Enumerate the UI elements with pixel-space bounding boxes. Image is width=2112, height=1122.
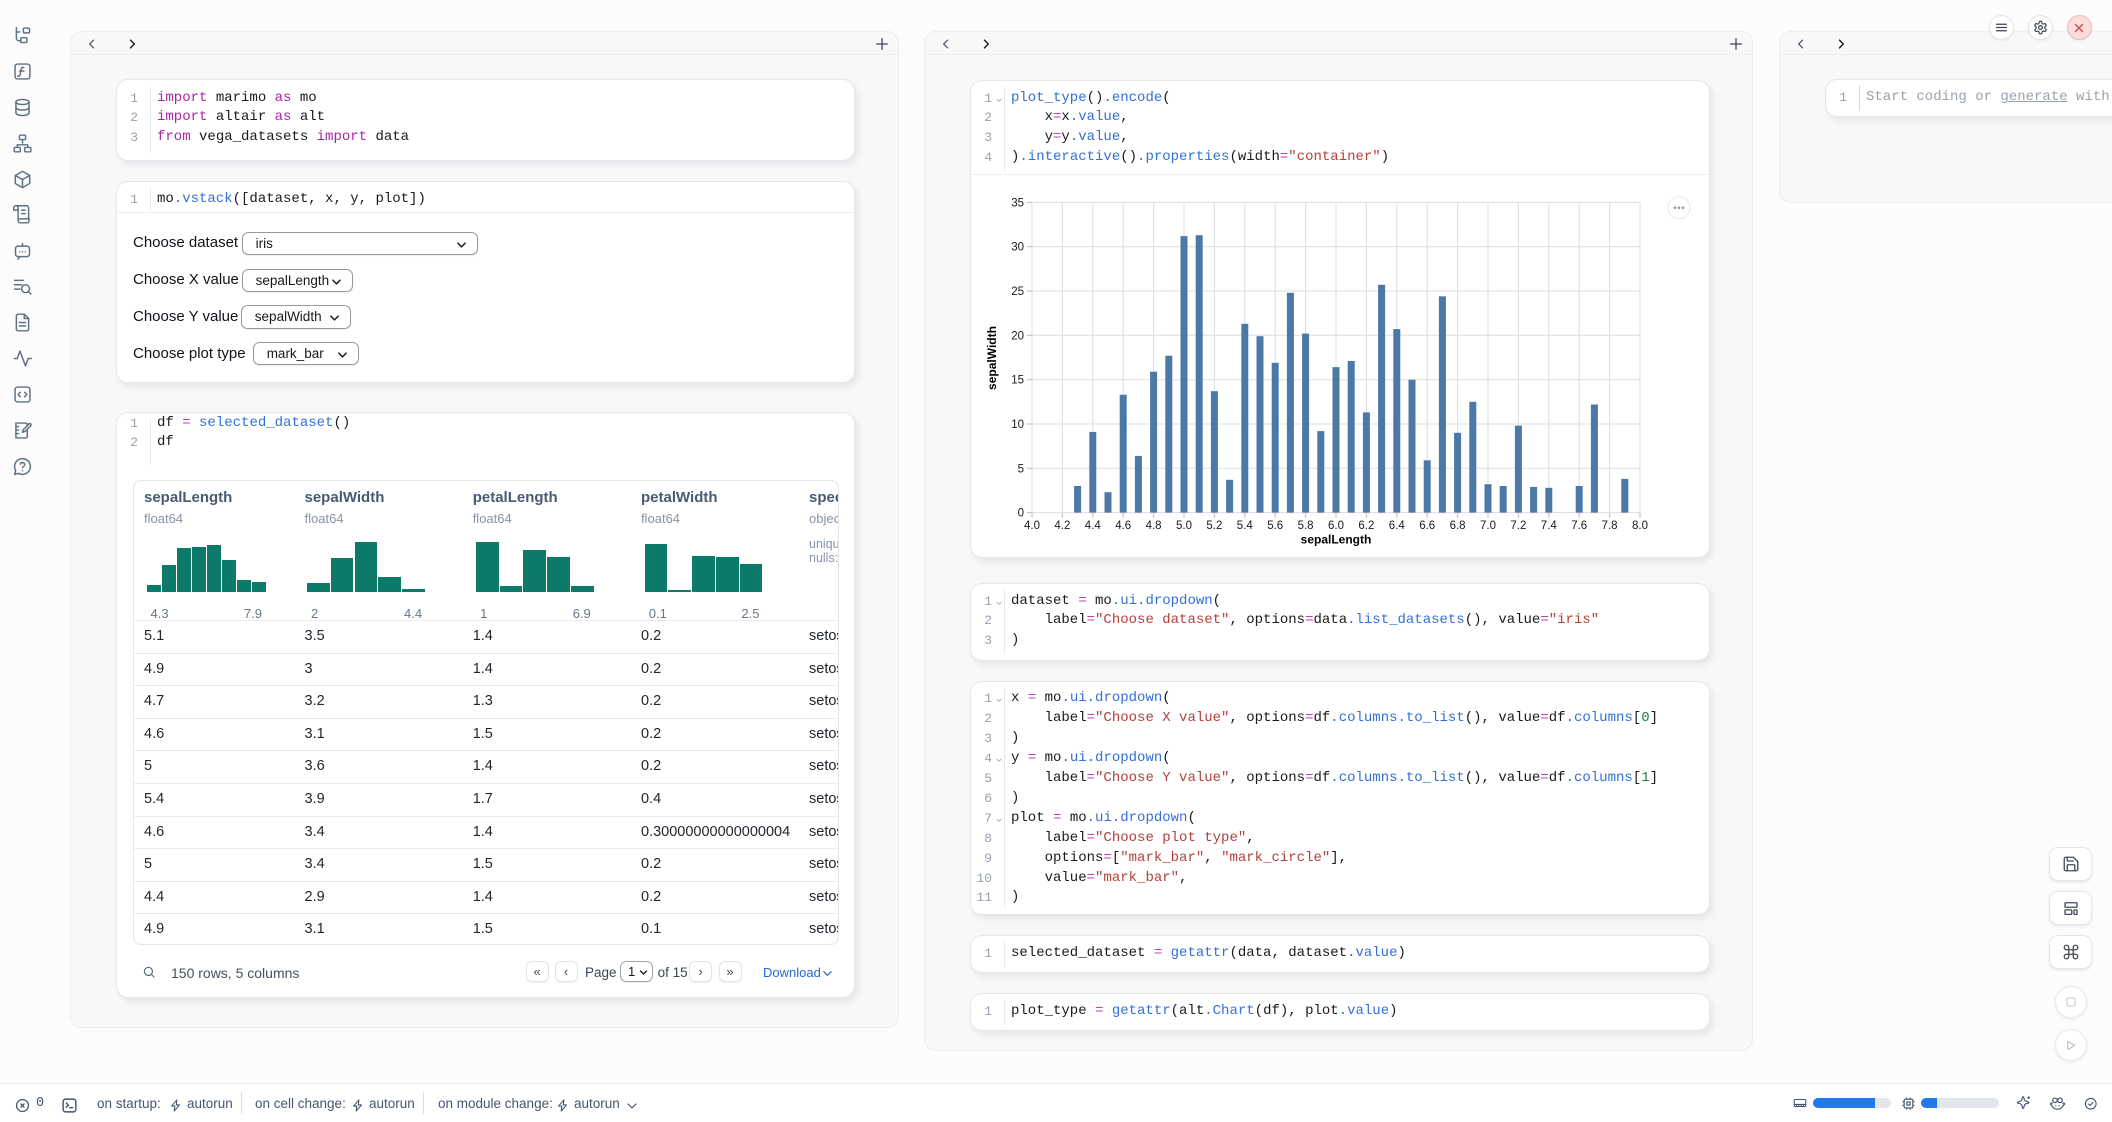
svg-text:30: 30 [1011,242,1024,254]
svg-text:4.0: 4.0 [1024,520,1040,532]
svg-text:5.4: 5.4 [1237,520,1254,532]
svg-text:4.4: 4.4 [1085,520,1102,532]
svg-text:5.0: 5.0 [1176,520,1192,532]
svg-text:7.4: 7.4 [1541,520,1558,532]
svg-text:0: 0 [1018,508,1024,520]
svg-text:4.6: 4.6 [1115,520,1131,532]
svg-text:6.0: 6.0 [1328,520,1344,532]
svg-text:5.6: 5.6 [1267,520,1283,532]
svg-text:7.6: 7.6 [1571,520,1587,532]
svg-text:35: 35 [1011,197,1024,209]
svg-text:6.4: 6.4 [1389,520,1406,532]
svg-text:6.2: 6.2 [1358,520,1374,532]
svg-text:4.8: 4.8 [1146,520,1162,532]
svg-text:25: 25 [1011,286,1024,298]
svg-text:5: 5 [1018,463,1024,475]
svg-text:sepalWidth: sepalWidth [985,326,999,390]
svg-text:7.0: 7.0 [1480,520,1496,532]
svg-text:6.6: 6.6 [1419,520,1435,532]
svg-text:10: 10 [1011,419,1024,431]
svg-text:7.8: 7.8 [1602,520,1618,532]
svg-text:15: 15 [1011,375,1024,387]
svg-text:5.2: 5.2 [1206,520,1222,532]
svg-text:5.8: 5.8 [1298,520,1314,532]
svg-text:8.0: 8.0 [1632,520,1648,532]
svg-text:sepalLength: sepalLength [1301,533,1372,547]
svg-text:6.8: 6.8 [1450,520,1466,532]
svg-text:20: 20 [1011,330,1024,342]
svg-text:4.2: 4.2 [1054,520,1070,532]
svg-text:7.2: 7.2 [1510,520,1526,532]
